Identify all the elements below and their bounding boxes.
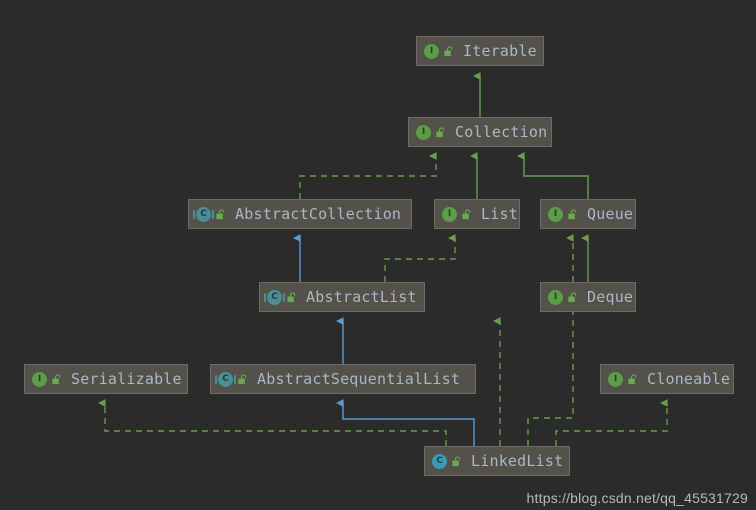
edge-abstractcollection-collection bbox=[299, 152, 437, 199]
node-label: AbstractList bbox=[306, 287, 417, 306]
interface-icon: I bbox=[442, 206, 472, 222]
edge-queue-collection bbox=[517, 152, 589, 199]
interface-icon: I bbox=[424, 43, 454, 59]
unlocked-lock-icon bbox=[436, 126, 445, 137]
node-label: Queue bbox=[587, 204, 634, 223]
edge-abstractlist-list bbox=[384, 234, 456, 282]
node-serializable[interactable]: I Serializable bbox=[24, 364, 188, 394]
node-abstractcollection[interactable]: C AbstractCollection bbox=[188, 199, 412, 229]
edge-linkedlist-cloneable bbox=[555, 399, 668, 446]
edge-linkedlist-serializable bbox=[98, 399, 447, 446]
watermark-text: https://blog.csdn.net/qq_45531729 bbox=[526, 490, 748, 506]
interface-icon: I bbox=[548, 289, 578, 305]
node-linkedlist[interactable]: C LinkedList bbox=[424, 446, 570, 476]
node-label: List bbox=[481, 204, 518, 223]
class-icon: C bbox=[432, 453, 462, 469]
edge-linkedlist-queue bbox=[527, 234, 574, 446]
node-label: Cloneable bbox=[647, 369, 731, 388]
node-abstractsequentiallist[interactable]: C AbstractSequentialList bbox=[210, 364, 476, 394]
unlocked-lock-icon bbox=[52, 373, 61, 384]
node-label: Collection bbox=[455, 122, 548, 141]
interface-icon: I bbox=[548, 206, 578, 222]
uml-class-diagram: I Iterable I Collection C AbstractCollec… bbox=[0, 0, 756, 510]
interface-icon: I bbox=[32, 371, 62, 387]
node-cloneable[interactable]: I Cloneable bbox=[600, 364, 734, 394]
node-label: AbstractSequentialList bbox=[257, 369, 461, 388]
node-list[interactable]: I List bbox=[434, 199, 520, 229]
node-label: LinkedList bbox=[471, 451, 564, 470]
interface-icon: I bbox=[608, 371, 638, 387]
interface-icon: I bbox=[416, 124, 446, 140]
abstract-class-icon: C bbox=[193, 206, 226, 222]
edge-linkedlist-abstractsequentiallist bbox=[336, 399, 475, 446]
unlocked-lock-icon bbox=[568, 208, 577, 219]
node-label: AbstractCollection bbox=[235, 204, 402, 223]
abstract-class-icon: C bbox=[264, 289, 297, 305]
edge-layer bbox=[98, 72, 668, 446]
unlocked-lock-icon bbox=[452, 455, 461, 466]
node-deque[interactable]: I Deque bbox=[540, 282, 636, 312]
node-label: Iterable bbox=[463, 41, 537, 60]
node-collection[interactable]: I Collection bbox=[408, 117, 552, 147]
node-abstractlist[interactable]: C AbstractList bbox=[259, 282, 425, 312]
unlocked-lock-icon bbox=[216, 208, 225, 219]
node-label: Serializable bbox=[71, 369, 182, 388]
abstract-class-icon: C bbox=[215, 371, 248, 387]
unlocked-lock-icon bbox=[568, 291, 577, 302]
unlocked-lock-icon bbox=[444, 45, 453, 56]
node-label: Deque bbox=[587, 287, 634, 306]
unlocked-lock-icon bbox=[238, 373, 247, 384]
node-queue[interactable]: I Queue bbox=[540, 199, 636, 229]
node-iterable[interactable]: I Iterable bbox=[416, 36, 544, 66]
unlocked-lock-icon bbox=[462, 208, 471, 219]
unlocked-lock-icon bbox=[287, 291, 296, 302]
unlocked-lock-icon bbox=[628, 373, 637, 384]
